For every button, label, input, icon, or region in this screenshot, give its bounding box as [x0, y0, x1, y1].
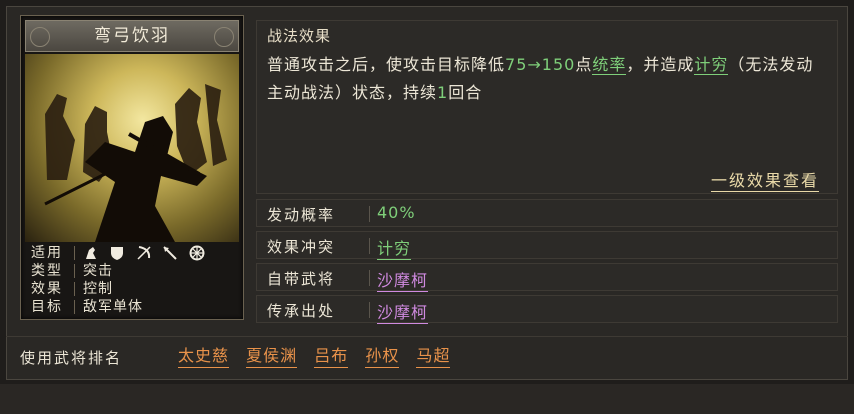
- info-row-effect: 效果 控制: [31, 281, 113, 297]
- effect-value: 控制: [83, 281, 113, 297]
- ranking-general-link[interactable]: 吕布: [314, 345, 349, 368]
- warriors-silhouette-art: [44, 84, 227, 242]
- wheel-icon: [189, 245, 205, 261]
- ranking-label: 使用武将排名: [20, 349, 123, 367]
- stat-row-owner-general: 自带武将 沙摩柯: [256, 263, 838, 292]
- spear-icon: [162, 245, 178, 261]
- general-usage-ranking: 使用武将排名 太史慈 夏侯渊 吕布 孙权 马超: [6, 336, 848, 380]
- skill-name: 弯弓饮羽: [25, 20, 239, 52]
- type-value: 突击: [83, 263, 113, 279]
- effect-section: 战法效果 普通攻击之后，使攻击目标降低75→150点统率，并造成计穷（无法发动主…: [256, 20, 838, 194]
- bow-icon: [136, 245, 152, 261]
- ranking-general-link[interactable]: 马超: [416, 345, 451, 368]
- stat-row-conflict: 效果冲突 计穷: [256, 231, 838, 260]
- ranking-list: 太史慈 夏侯渊 吕布 孙权 马超: [178, 345, 462, 368]
- cavalry-icon: [83, 245, 99, 261]
- info-row-type: 类型 突击: [31, 263, 113, 279]
- stat-reduction-range: 75→150: [505, 55, 576, 74]
- duration-turns: 1: [437, 83, 449, 102]
- apply-label: 适用: [31, 245, 63, 261]
- conflict-value: 计穷: [377, 235, 412, 260]
- owner-general-link[interactable]: 沙摩柯: [377, 267, 429, 292]
- target-value: 敌军单体: [83, 299, 143, 315]
- effect-title: 战法效果: [267, 27, 332, 45]
- skill-illustration: [25, 54, 239, 242]
- effect-description: 普通攻击之后，使攻击目标降低75→150点统率，并造成计穷（无法发动主动战法）状…: [267, 55, 814, 102]
- skill-card: 弯弓饮羽 适用 类型 突击 效果 控制 目标 敌军单体: [20, 15, 244, 320]
- bottom-strip: [0, 384, 854, 414]
- keyword-silence-link[interactable]: 计穷: [694, 55, 729, 75]
- inherit-source-link[interactable]: 沙摩柯: [377, 299, 429, 324]
- stat-row-inherit-source: 传承出处 沙摩柯: [256, 295, 838, 324]
- info-row-apply: 适用: [25, 244, 239, 262]
- keyword-command-link[interactable]: 统率: [592, 55, 627, 75]
- trigger-rate-value: 40%: [377, 203, 416, 222]
- shield-icon: [109, 245, 125, 261]
- stat-row-trigger-rate: 发动概率 40%: [256, 199, 838, 227]
- level1-effect-link[interactable]: 一级效果查看: [710, 167, 819, 192]
- ranking-general-link[interactable]: 孙权: [365, 345, 400, 368]
- skill-info-table: 适用 类型 突击 效果 控制 目标 敌军单体: [25, 244, 239, 316]
- ranking-general-link[interactable]: 太史慈: [178, 345, 230, 368]
- info-row-target: 目标 敌军单体: [31, 299, 143, 315]
- troop-type-icons: [83, 245, 211, 263]
- ranking-general-link[interactable]: 夏侯渊: [246, 345, 298, 368]
